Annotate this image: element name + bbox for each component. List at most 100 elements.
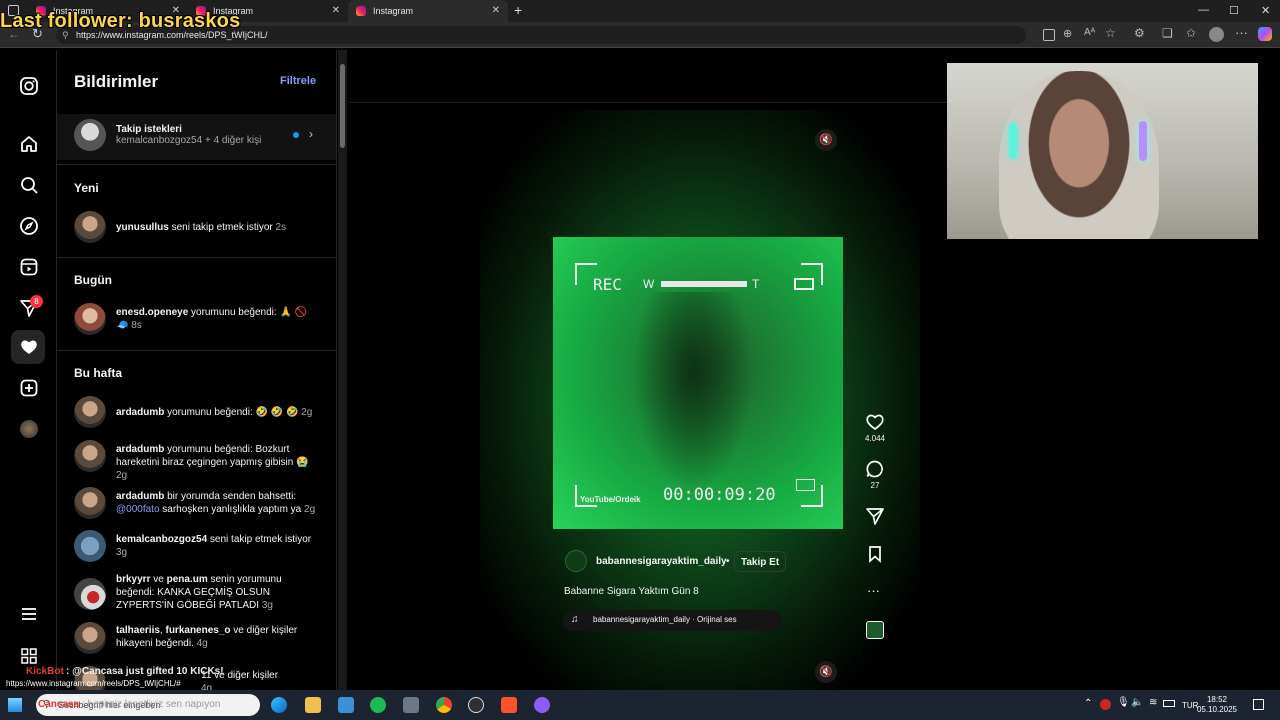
- username[interactable]: ardadumb: [116, 407, 164, 418]
- username[interactable]: ardadumb: [116, 491, 164, 502]
- separator-dot: •: [726, 556, 730, 567]
- author-avatar[interactable]: [565, 550, 587, 572]
- obs-icon[interactable]: [468, 697, 484, 713]
- instagram-logo-icon[interactable]: [19, 76, 39, 96]
- comment-icon[interactable]: [865, 459, 885, 479]
- video-shadow: [633, 292, 753, 492]
- notification-row[interactable]: ardadumb bir yorumda senden bahsetti: @0…: [74, 487, 324, 519]
- timestamp: 2s: [275, 222, 287, 233]
- timestamp: 2g: [116, 470, 128, 481]
- avatar: [74, 303, 106, 335]
- brave-icon[interactable]: [501, 697, 517, 713]
- home-icon[interactable]: [19, 134, 39, 154]
- meta-apps-icon[interactable]: [19, 646, 39, 666]
- microphone-icon[interactable]: 🎙: [1117, 697, 1130, 708]
- audio-label: babannesigarayaktim_daily · Orijinal ses: [593, 615, 737, 624]
- more-options-icon[interactable]: ···: [867, 583, 880, 598]
- mention-link[interactable]: @000fato: [116, 504, 160, 515]
- create-plus-icon[interactable]: [19, 378, 39, 398]
- username[interactable]: ardadumb: [116, 444, 164, 455]
- username[interactable]: talhaeriis: [116, 625, 160, 636]
- windows-start-icon[interactable]: [8, 698, 22, 712]
- tray-chevron-icon[interactable]: ⌃: [1084, 698, 1092, 709]
- panel-scrollbar[interactable]: [338, 50, 347, 690]
- like-action[interactable]: 4.044: [860, 412, 890, 443]
- filter-button[interactable]: Filtrele: [280, 75, 316, 87]
- minimize-button[interactable]: —: [1198, 4, 1209, 16]
- follow-request-avatar: [74, 119, 106, 151]
- profile-avatar[interactable]: [20, 420, 38, 438]
- save-bookmark-icon[interactable]: [866, 545, 884, 563]
- explore-icon[interactable]: [19, 216, 39, 236]
- zoom-icon[interactable]: ⊕: [1063, 27, 1072, 40]
- instagram-sidebar: 8: [0, 50, 57, 690]
- maximize-button[interactable]: ☐: [1229, 4, 1239, 17]
- timestamp: 2g: [301, 407, 313, 418]
- avatar: [74, 530, 106, 562]
- notification-row[interactable]: talhaeriis, furkanenes_o ve diğer kişile…: [74, 622, 324, 654]
- username[interactable]: enesd.openeye: [116, 307, 188, 318]
- browser-tab-3-active[interactable]: Instagram ✕: [348, 0, 508, 22]
- volume-icon[interactable]: 🔈: [1131, 697, 1143, 708]
- notification-row[interactable]: kemalcanbozgoz54 seni takip etmek istiyo…: [74, 530, 324, 562]
- copilot-icon[interactable]: [1258, 27, 1272, 41]
- username-2[interactable]: furkanenes_o: [165, 625, 230, 636]
- calculator-icon[interactable]: [403, 697, 419, 713]
- username[interactable]: brkyyrr: [116, 574, 150, 585]
- spotify-icon[interactable]: [370, 697, 386, 713]
- comment-action[interactable]: 27: [860, 459, 890, 490]
- remote-app-icon[interactable]: [338, 697, 354, 713]
- notification-row[interactable]: enesd.openeye yorumunu beğendi: 🙏 🚫 🧢 8s: [74, 303, 324, 335]
- username[interactable]: kemalcanbozgoz54: [116, 534, 207, 545]
- favorites-icon[interactable]: ✩: [1186, 26, 1196, 40]
- heart-icon[interactable]: [865, 412, 885, 432]
- favorite-star-icon[interactable]: ☆: [1105, 26, 1116, 40]
- battery-icon[interactable]: [1163, 700, 1175, 707]
- mute-button[interactable]: 🔇: [815, 129, 837, 151]
- notification-row[interactable]: ardadumb yorumunu beğendi: Bozkurt harek…: [74, 440, 324, 481]
- notification-row[interactable]: ardadumb yorumunu beğendi: 🤣 🤣 🤣 2g: [74, 396, 324, 428]
- app-icon[interactable]: [1043, 29, 1055, 41]
- like-count: 4.044: [864, 434, 886, 443]
- search-icon[interactable]: [19, 175, 39, 195]
- share-icon[interactable]: [865, 506, 885, 526]
- reel-video[interactable]: REC W T YouTube/Ordeik 00:00:09:20: [553, 237, 843, 529]
- close-tab-icon[interactable]: ✕: [492, 5, 500, 16]
- scrollbar-thumb[interactable]: [340, 64, 345, 148]
- notification-center-icon[interactable]: [1253, 699, 1264, 710]
- kickbot-label: KickBot: [26, 666, 64, 677]
- hamburger-menu-icon[interactable]: [19, 604, 39, 624]
- chrome-icon[interactable]: [436, 697, 452, 713]
- stream-chat-overlay: KickBot : @Cancasa just gifted 10 KICKs!…: [0, 666, 330, 690]
- read-aloud-icon[interactable]: Aᴬ: [1084, 27, 1095, 38]
- file-explorer-icon[interactable]: [305, 697, 321, 713]
- new-tab-button[interactable]: +: [514, 2, 522, 18]
- collections-icon[interactable]: ❏: [1162, 26, 1173, 40]
- mute-button-bottom[interactable]: 🔇: [815, 661, 837, 683]
- reels-icon[interactable]: [19, 257, 39, 277]
- notification-text: yorumunu beğendi: 🙏 🚫: [188, 307, 308, 318]
- notification-row[interactable]: yunusullus seni takip etmek istiyor 2s: [74, 211, 324, 243]
- chevron-right-icon: ›: [309, 127, 313, 141]
- profile-avatar-icon[interactable]: [1209, 27, 1224, 42]
- follow-button[interactable]: Takip Et: [734, 551, 787, 572]
- author-username[interactable]: babannesigarayaktim_daily: [596, 556, 727, 567]
- follow-requests-row[interactable]: Takip istekleri kemalcanbozgoz54 + 4 diğ…: [57, 114, 336, 160]
- notification-text: ve: [150, 574, 167, 585]
- audio-thumbnail[interactable]: [866, 621, 884, 639]
- browser-menu-icon[interactable]: ···: [1235, 25, 1248, 40]
- username-2[interactable]: pena.um: [167, 574, 208, 585]
- heart-notifications-icon[interactable]: [19, 337, 39, 357]
- edge-app-icon[interactable]: [271, 697, 287, 713]
- audio-pill[interactable]: ♫ babannesigarayaktim_daily · Orijinal s…: [563, 610, 782, 631]
- extensions-icon[interactable]: ⚙: [1134, 26, 1145, 40]
- tray-app-icon[interactable]: [1100, 699, 1111, 710]
- rec-label: REC: [593, 275, 622, 294]
- close-tab-icon[interactable]: ✕: [332, 5, 340, 16]
- wifi-icon[interactable]: ≋: [1149, 697, 1157, 708]
- discord-icon[interactable]: [534, 697, 550, 713]
- clock[interactable]: 18:52 05.10.2025: [1192, 695, 1242, 715]
- username[interactable]: yunusullus: [116, 222, 169, 233]
- notification-row[interactable]: brkyyrr ve pena.um senin yorumunu beğend…: [74, 574, 324, 614]
- close-window-button[interactable]: ✕: [1261, 4, 1270, 17]
